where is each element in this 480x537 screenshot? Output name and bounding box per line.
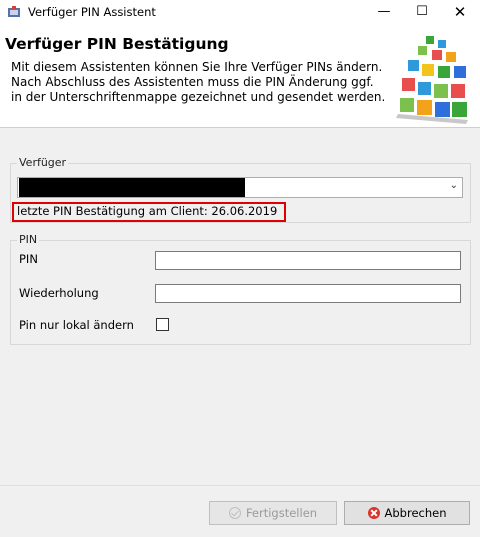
page-description: Mit diesem Assistenten können Sie Ihre V… [11, 60, 386, 104]
repeat-pin-input[interactable] [155, 284, 461, 303]
title-bar: Verfüger PIN Assistent — ☐ ✕ [0, 0, 480, 24]
last-confirmation-text: letzte PIN Bestätigung am Client: 26.06.… [17, 204, 278, 218]
maximize-button[interactable]: ☐ [403, 0, 441, 24]
window-title: Verfüger PIN Assistent [28, 5, 156, 19]
local-change-label: Pin nur lokal ändern [19, 318, 134, 332]
wizard-header: Verfüger PIN Bestätigung Mit diesem Assi… [0, 24, 480, 128]
close-button[interactable]: ✕ [441, 0, 479, 24]
finish-button[interactable]: Fertigstellen [209, 501, 337, 525]
check-icon [228, 507, 241, 519]
cancel-button[interactable]: Abbrechen [344, 501, 470, 525]
minimize-button[interactable]: — [365, 0, 403, 24]
verfueger-group-legend: Verfüger [17, 156, 69, 169]
verfueger-selected-value [19, 178, 245, 197]
maximize-icon: ☐ [416, 4, 428, 19]
cancel-icon [367, 507, 380, 519]
page-title: Verfüger PIN Bestätigung [5, 35, 229, 53]
footer-divider [0, 485, 480, 486]
minimize-icon: — [377, 4, 391, 19]
verfueger-select[interactable]: ⌄ [17, 177, 463, 198]
close-icon: ✕ [453, 3, 467, 21]
cancel-button-label: Abbrechen [384, 506, 447, 520]
pin-group-legend: PIN [17, 233, 40, 246]
cube-blocks-logo [396, 36, 468, 124]
chevron-down-icon[interactable]: ⌄ [450, 180, 458, 191]
repeat-label: Wiederholung [19, 286, 99, 300]
pin-input[interactable] [155, 251, 461, 270]
local-change-checkbox[interactable] [156, 318, 169, 331]
finish-button-label: Fertigstellen [245, 506, 318, 520]
app-icon [8, 6, 20, 17]
pin-label: PIN [19, 252, 38, 266]
